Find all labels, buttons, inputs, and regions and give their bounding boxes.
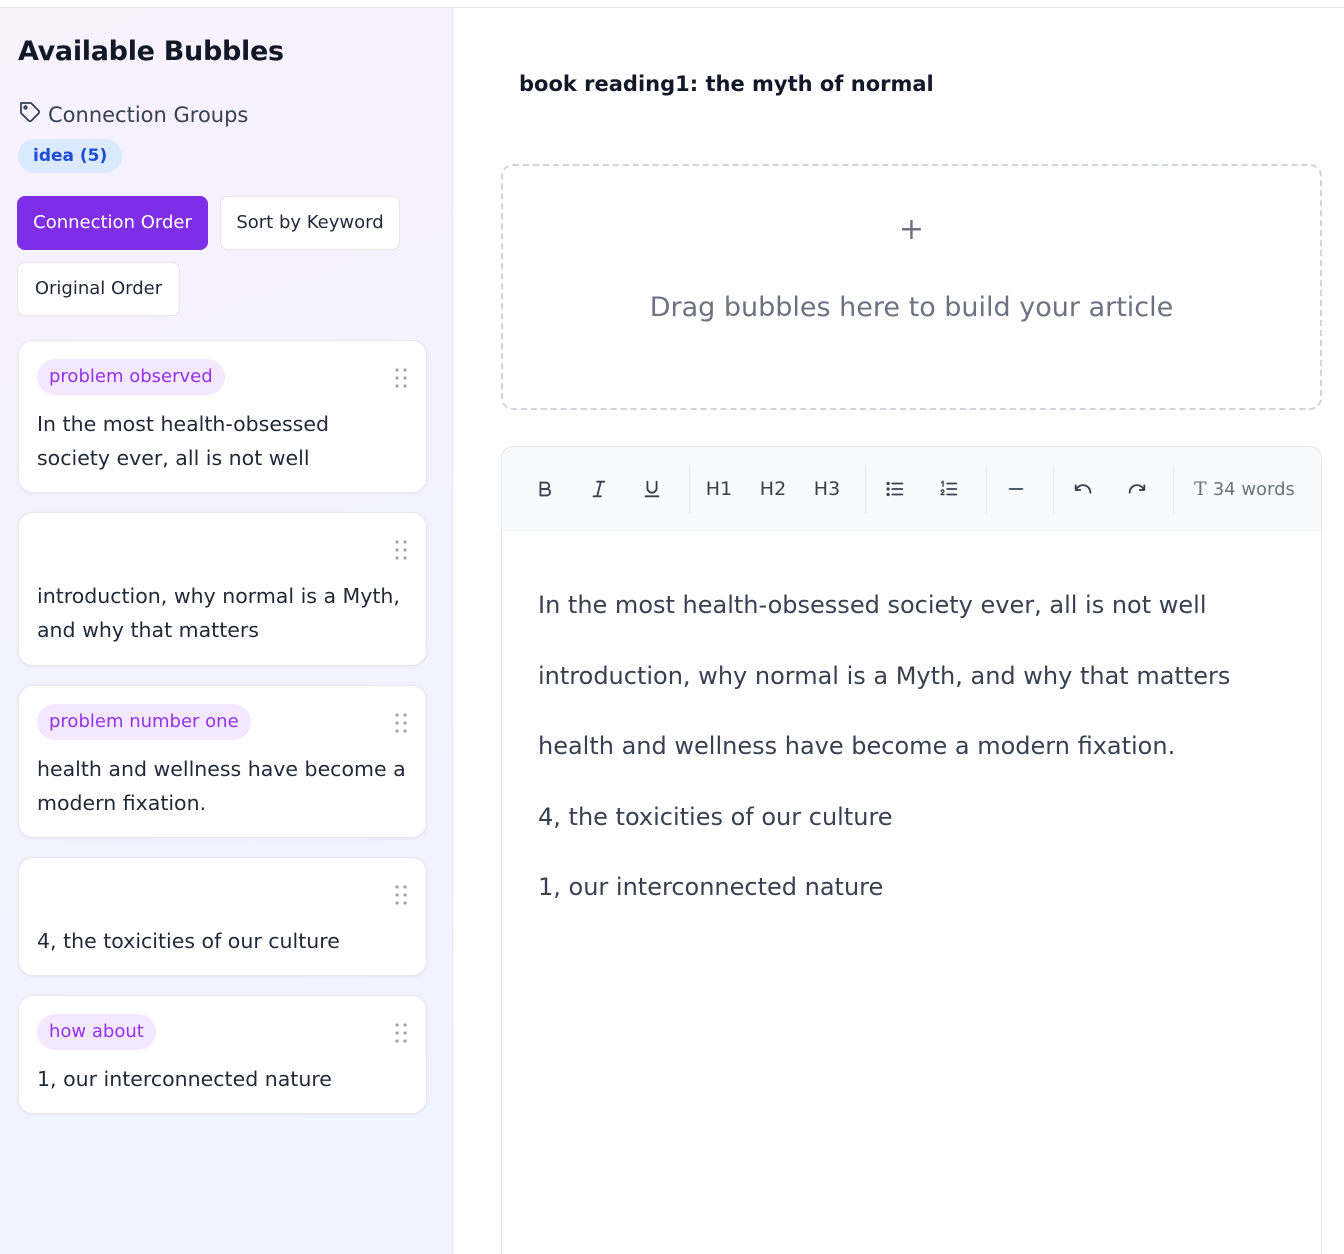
original-order-button[interactable]: Original Order (17, 262, 180, 316)
document-title[interactable]: book reading1: the myth of normal (519, 72, 934, 96)
horizontal-rule-button[interactable] (999, 469, 1033, 509)
dropzone-hint: Drag bubbles here to build your article (649, 292, 1174, 323)
bubble-tag: problem observed (37, 359, 225, 395)
editor-paragraph: health and wellness have become a modern… (538, 732, 1176, 760)
undo-button[interactable] (1066, 469, 1100, 509)
editor-paragraph: 1, our interconnected nature (538, 873, 884, 901)
heading-1-button[interactable]: H1 (700, 469, 738, 509)
bubble-text: In the most health-obsessed society ever… (37, 412, 329, 470)
top-border (0, 0, 1344, 8)
drag-handle-icon[interactable] (394, 884, 408, 906)
bubble-text: health and wellness have become a modern… (37, 757, 406, 815)
numbered-list-icon (940, 480, 958, 496)
heading-3-button[interactable]: H3 (808, 469, 846, 509)
bullet-list-button[interactable] (878, 469, 912, 509)
bold-icon (539, 481, 551, 497)
drag-handle-icon[interactable] (394, 1022, 408, 1044)
group-chip-idea[interactable]: idea (5) (18, 139, 123, 173)
text-icon: T (1194, 478, 1207, 500)
bubble-card[interactable]: 4, the toxicities of our culture (18, 857, 427, 976)
italic-icon (592, 480, 606, 498)
underline-button[interactable] (635, 469, 669, 509)
bubble-text: 1, our interconnected nature (37, 1067, 332, 1091)
redo-icon (1128, 484, 1146, 494)
editor-toolbar: H1 H2 H3 T 34 words (502, 447, 1321, 531)
drag-handle-icon[interactable] (394, 712, 408, 734)
undo-icon (1074, 484, 1092, 494)
bubbles-sidebar: Available Bubbles Connection Groups idea… (0, 8, 453, 1254)
connection-groups-label: Connection Groups (48, 102, 249, 127)
bubble-card[interactable]: problem observed In the most health-obse… (18, 340, 427, 493)
tag-icon (18, 100, 42, 129)
bubble-card[interactable]: how about 1, our interconnected nature (18, 995, 427, 1114)
bubble-card[interactable]: problem number one health and wellness h… (18, 685, 427, 838)
word-count-value: 34 words (1212, 478, 1295, 500)
sidebar-title: Available Bubbles (18, 36, 284, 67)
article-editor: H1 H2 H3 T 34 words In the most health-o… (501, 446, 1322, 1254)
redo-button[interactable] (1120, 469, 1154, 509)
editor-content[interactable]: In the most health-obsessed society ever… (538, 587, 1291, 940)
underline-icon (644, 480, 660, 498)
heading-2-button[interactable]: H2 (754, 469, 792, 509)
bold-button[interactable] (528, 469, 562, 509)
toolbar-divider (689, 465, 690, 513)
editor-paragraph: 4, the toxicities of our culture (538, 802, 893, 831)
toolbar-divider (986, 465, 987, 513)
drag-handle-icon[interactable] (394, 539, 408, 561)
toolbar-divider (865, 465, 866, 513)
bullet-list-icon (886, 481, 904, 497)
bubble-text: 4, the toxicities of our culture (37, 929, 340, 953)
plus-icon: + (898, 212, 925, 247)
bubble-tag: problem number one (37, 704, 251, 740)
editor-paragraph: introduction, why normal is a Myth, and … (538, 661, 1231, 690)
italic-button[interactable] (582, 469, 616, 509)
bubble-card[interactable]: introduction, why normal is a Myth, and … (18, 512, 427, 666)
numbered-list-button[interactable] (932, 469, 966, 509)
toolbar-divider (1173, 465, 1174, 513)
toolbar-divider (1053, 465, 1054, 513)
sort-by-keyword-button[interactable]: Sort by Keyword (220, 196, 400, 250)
connection-order-button[interactable]: Connection Order (17, 196, 208, 250)
article-dropzone[interactable]: + Drag bubbles here to build your articl… (501, 164, 1322, 410)
connection-groups-header: Connection Groups (18, 100, 248, 129)
editor-paragraph: In the most health-obsessed society ever… (538, 591, 1207, 619)
bubble-tag: how about (37, 1014, 156, 1050)
horizontal-rule-icon (1008, 488, 1024, 490)
drag-handle-icon[interactable] (394, 367, 408, 389)
word-count: T 34 words (1194, 469, 1295, 509)
bubble-text: introduction, why normal is a Myth, and … (37, 584, 400, 642)
